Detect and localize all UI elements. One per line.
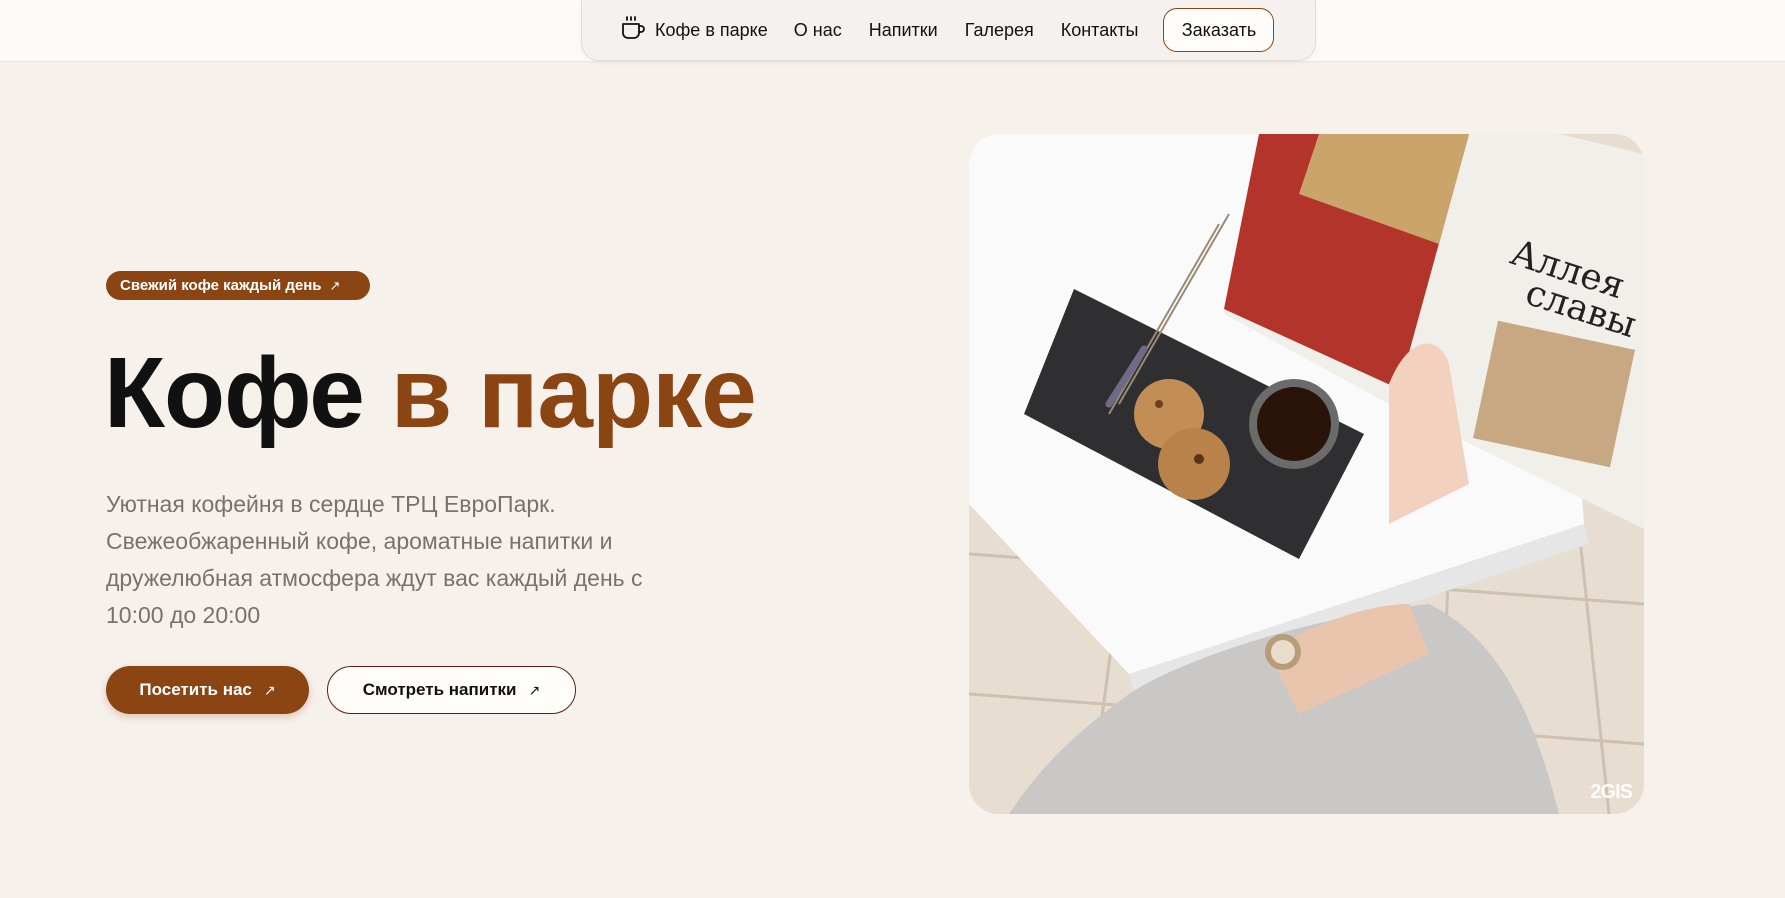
badge-label: Свежий кофе каждый день (120, 277, 322, 294)
view-drinks-label: Смотреть напитки (362, 680, 517, 699)
visit-us-button[interactable]: Посетить нас ↗ (106, 666, 309, 714)
view-drinks-button[interactable]: Смотреть напитки ↗ (327, 666, 576, 714)
arrow-up-right-icon: ↗ (263, 681, 276, 698)
hero-title-part1: Кофе (104, 337, 365, 449)
nav-link-about[interactable]: О нас (794, 20, 842, 41)
logo-label: Кофе в парке (655, 19, 768, 40)
coffee-cup-icon (619, 15, 645, 46)
cafe-table-illustration: Аллея славы (969, 134, 1644, 814)
arrow-up-right-icon: ↗ (329, 277, 341, 293)
hero-photo: Аллея славы 2GIS (969, 134, 1644, 814)
hero-title-part2: в парке (390, 337, 757, 449)
arrow-up-right-icon: ↗ (528, 681, 541, 698)
nav-link-gallery[interactable]: Галерея (965, 20, 1034, 41)
nav-link-contacts[interactable]: Контакты (1061, 20, 1139, 41)
hero-description: Уютная кофейня в сердце ТРЦ ЕвроПарк. Св… (106, 491, 643, 628)
hero-title: Кофе в парке (104, 337, 757, 449)
photo-watermark: 2GIS (1590, 781, 1633, 803)
order-button[interactable]: Заказать (1163, 8, 1275, 52)
nav-link-drinks[interactable]: Напитки (869, 20, 938, 41)
fresh-coffee-badge[interactable]: Свежий кофе каждый день ↗ (106, 271, 370, 300)
logo[interactable]: Кофе в парке (619, 15, 794, 46)
main-navigation: Кофе в парке О нас Напитки Галерея Конта… (581, 0, 1316, 61)
visit-us-label: Посетить нас (139, 680, 252, 699)
